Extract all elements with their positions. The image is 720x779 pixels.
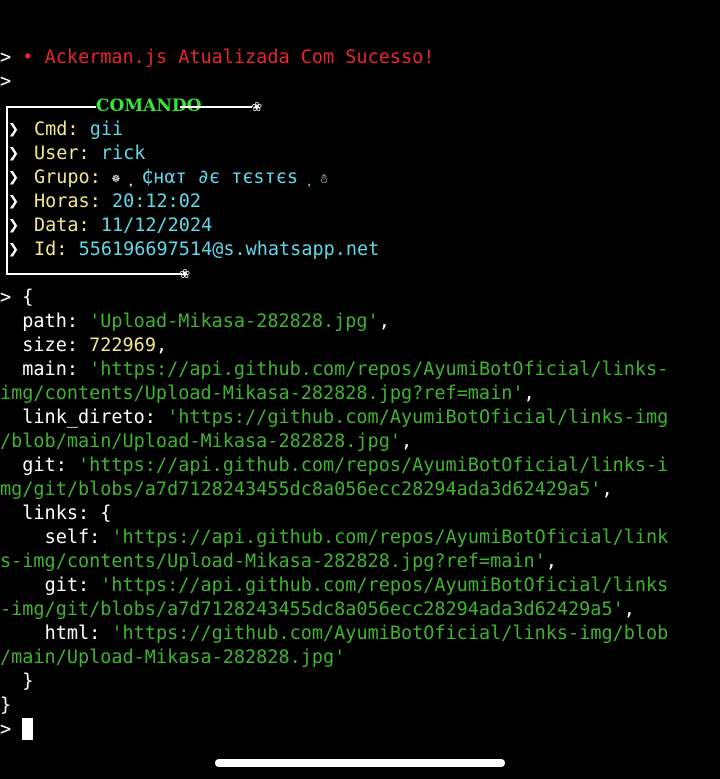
prompt-symbol: > (0, 47, 12, 68)
object-close: } (0, 695, 12, 716)
flower-icon: ❀ (252, 96, 262, 115)
field-date: ❯ Data: 11/12/2024 (0, 214, 720, 238)
links-self-cont: s-img/contents/Upload-Mikasa-282828.jpg?… (0, 551, 557, 572)
box-bottom-border: ❀ (0, 262, 720, 286)
field-value: 556196697514@s.whatsapp.net (78, 239, 380, 260)
spider-icon: ☃ (320, 172, 329, 187)
empty-prompt-line: > (0, 70, 720, 94)
field-value: gii (89, 119, 124, 140)
links-html-cont: /main/Upload-Mikasa-282828.jpg' (0, 647, 346, 668)
object-git: git: 'https://api.github.com/repos/Ayumi… (22, 455, 669, 476)
field-label: Cmd: (34, 119, 79, 140)
field-label: Id: (34, 239, 68, 260)
terminal-output: > • Ackerman.js Atualizada Com Sucesso! … (0, 46, 720, 742)
field-label: Grupo: (34, 167, 101, 188)
status-message: Ackerman.js Atualizada Com Sucesso! (44, 47, 435, 68)
field-label: Horas: (34, 191, 101, 212)
object-git-cont: mg/git/blobs/a7d7128243455dc8a056ecc2829… (0, 479, 613, 500)
object-size: size: 722969, (22, 335, 168, 356)
prompt-symbol: > (0, 287, 12, 308)
dharma-wheel-icon: ☸ (111, 172, 120, 187)
field-hours: ❯ Horas: 20:12:02 (0, 190, 720, 214)
field-value: rick (100, 143, 146, 164)
home-indicator[interactable] (215, 759, 505, 767)
prompt-symbol: > (0, 71, 12, 92)
field-label: User: (34, 143, 90, 164)
field-value: 11/12/2024 (100, 215, 213, 236)
object-link-direto: link_direto: 'https://github.com/AyumiBo… (22, 407, 669, 428)
field-group: ❯ Grupo: ☸ ͎ ₵нαт ∂є тєѕтєѕ ͎ ☃ (0, 166, 720, 190)
field-label: Data: (34, 215, 90, 236)
object-open: > { (0, 287, 34, 308)
field-cmd: ❯ Cmd: gii (0, 118, 720, 142)
object-path: path: 'Upload-Mikasa-282828.jpg', (22, 311, 390, 332)
links-git-cont: -img/git/blobs/a7d7128243455dc8a056ecc28… (0, 599, 635, 620)
input-prompt-line[interactable]: > (0, 718, 720, 742)
links-git: git: 'https://api.github.com/repos/Ayumi… (44, 575, 669, 596)
links-html: html: 'https://github.com/AyumiBotOficia… (44, 623, 669, 644)
field-id: ❯ Id: 556196697514@s.whatsapp.net (0, 238, 720, 262)
command-info-box: ❯ Cmd: gii ❯ User: rick ❯ Grupo: ☸ ͎ ₵нαт ∂… (0, 118, 720, 262)
field-value: ͎ ₵нαт ∂є тєѕтєѕ ͎ (130, 167, 310, 188)
field-value: 20:12:02 (111, 191, 202, 212)
text-cursor[interactable] (22, 718, 34, 740)
object-links: links: { (22, 503, 112, 524)
links-close: } (22, 671, 34, 692)
box-top-border: COMANDO ❀ (0, 94, 720, 118)
object-main-cont: img/contents/Upload-Mikasa-282828.jpg?re… (0, 383, 535, 404)
object-main: main: 'https://api.github.com/repos/Ayum… (22, 359, 669, 380)
status-line: > • Ackerman.js Atualizada Com Sucesso! (0, 46, 720, 70)
bullet-icon: • (22, 47, 34, 68)
flower-icon: ❀ (180, 263, 190, 282)
links-self: self: 'https://api.github.com/repos/Ayum… (44, 527, 669, 548)
field-user: ❯ User: rick (0, 142, 720, 166)
prompt-symbol: > (0, 719, 12, 740)
object-link-direto-cont: /blob/main/Upload-Mikasa-282828.jpg', (0, 431, 413, 452)
